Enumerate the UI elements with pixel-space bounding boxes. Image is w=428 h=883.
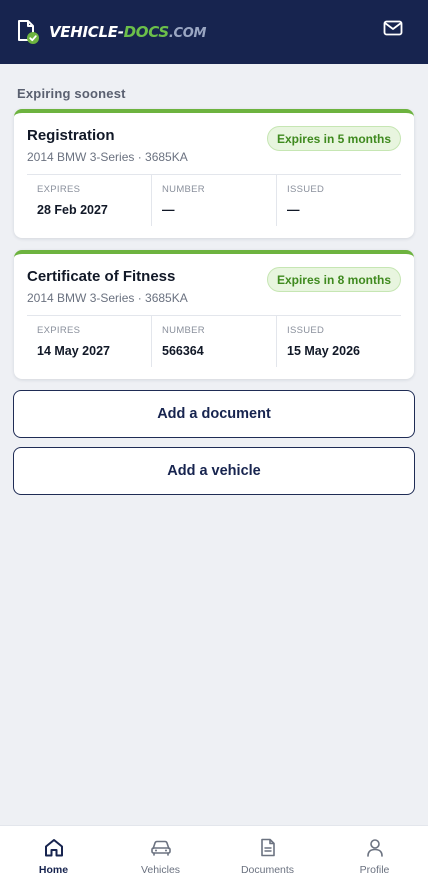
meta-number: NUMBER — — [151, 175, 276, 226]
meta-label: NUMBER — [162, 184, 205, 195]
nav-label-vehicles: Vehicles — [140, 864, 181, 876]
mail-button[interactable] — [382, 20, 404, 40]
expiry-badge: Expires in 5 months — [266, 126, 401, 151]
brand-wordmark-vehicle: VEHICLE- — [49, 23, 124, 41]
home-icon — [43, 837, 65, 857]
document-check-icon — [16, 19, 40, 45]
meta-value: 566364 — [162, 344, 204, 358]
top-app-bar: VEHICLE-DOCS.COM — [0, 0, 428, 64]
nav-label-documents: Documents — [240, 864, 295, 876]
nav-label-home: Home — [38, 864, 69, 876]
brand-wordmark: VEHICLE-DOCS.COM — [49, 23, 207, 41]
meta-value: 28 Feb 2027 — [37, 203, 108, 217]
bottom-navigation: Home Vehicles Documents Profile — [0, 825, 428, 883]
card-vehicle-subtitle: 2014 BMW 3-Series · 3685KA — [27, 150, 188, 164]
brand-logo[interactable]: VEHICLE-DOCS.COM — [16, 19, 207, 45]
user-icon — [364, 837, 386, 857]
card-title: Certificate of Fitness — [27, 268, 176, 285]
meta-label: NUMBER — [162, 325, 205, 336]
meta-value: — — [162, 203, 175, 217]
meta-label: EXPIRES — [37, 184, 81, 195]
meta-number: NUMBER 566364 — [151, 316, 276, 367]
document-icon — [257, 837, 279, 857]
document-card-registration[interactable]: Registration 2014 BMW 3-Series · 3685KA … — [14, 109, 414, 238]
meta-expires: EXPIRES 28 Feb 2027 — [27, 175, 151, 226]
card-vehicle-subtitle: 2014 BMW 3-Series · 3685KA — [27, 291, 188, 305]
nav-item-vehicles[interactable]: Vehicles — [107, 826, 214, 883]
section-title: Expiring soonest — [17, 86, 126, 101]
meta-issued: ISSUED 15 May 2026 — [276, 316, 401, 367]
add-vehicle-button[interactable]: Add a vehicle — [13, 447, 415, 495]
nav-label-profile: Profile — [359, 864, 390, 876]
meta-value: 14 May 2027 — [37, 344, 110, 358]
nav-item-documents[interactable]: Documents — [214, 826, 321, 883]
brand-wordmark-com: .COM — [168, 26, 207, 41]
add-document-button[interactable]: Add a document — [13, 390, 415, 438]
car-icon — [150, 837, 172, 857]
nav-item-home[interactable]: Home — [0, 826, 107, 883]
document-card-certificate-of-fitness[interactable]: Certificate of Fitness 2014 BMW 3-Series… — [14, 250, 414, 379]
meta-issued: ISSUED — — [276, 175, 401, 226]
meta-label: EXPIRES — [37, 325, 81, 336]
mail-icon — [383, 20, 403, 41]
expiry-badge: Expires in 8 months — [266, 267, 401, 292]
meta-expires: EXPIRES 14 May 2027 — [27, 316, 151, 367]
brand-wordmark-docs: DOCS — [123, 23, 170, 41]
meta-value: 15 May 2026 — [287, 344, 360, 358]
meta-value: — — [287, 203, 300, 217]
card-title: Registration — [27, 127, 115, 144]
meta-label: ISSUED — [287, 325, 325, 336]
card-meta-row: EXPIRES 28 Feb 2027 NUMBER — ISSUED — — [27, 175, 401, 226]
meta-label: ISSUED — [287, 184, 325, 195]
nav-item-profile[interactable]: Profile — [321, 826, 428, 883]
card-meta-row: EXPIRES 14 May 2027 NUMBER 566364 ISSUED… — [27, 316, 401, 367]
